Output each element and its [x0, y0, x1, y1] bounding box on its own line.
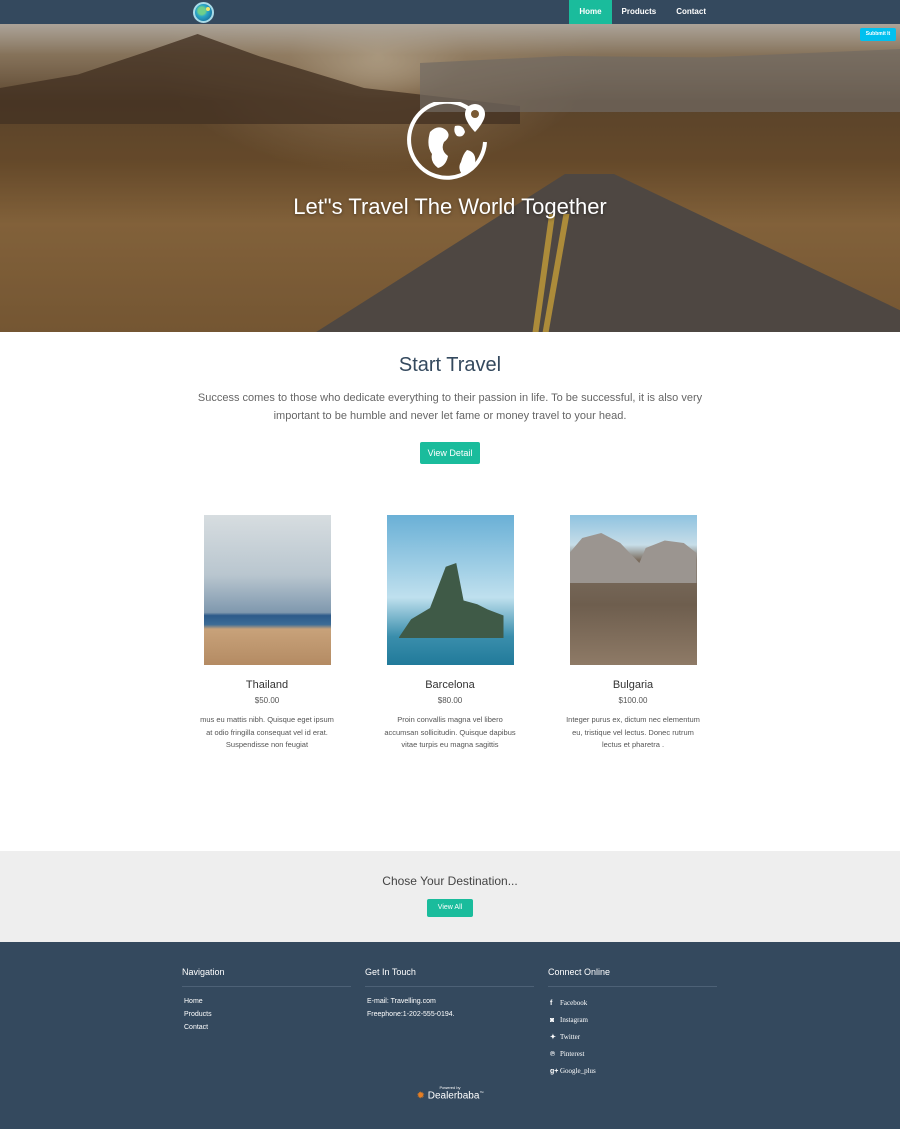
- nav-products[interactable]: Products: [612, 0, 667, 24]
- footer-nav-title: Navigation: [182, 967, 351, 987]
- footer-link-home[interactable]: Home: [184, 995, 351, 1008]
- footer-navigation: Navigation Home Products Contact: [182, 967, 351, 1034]
- product-card[interactable]: Thailand $50.00 mus eu mattis nibh. Quis…: [200, 515, 334, 752]
- product-name[interactable]: Barcelona: [385, 679, 515, 691]
- intro-text: Success comes to those who dedicate ever…: [197, 392, 703, 422]
- product-description: Proin convallis magna vel libero accumsa…: [384, 715, 516, 749]
- top-navbar: Home Products Contact: [0, 0, 900, 24]
- social-label: Google_plus: [560, 1067, 596, 1075]
- sun-logo-icon: ✹: [416, 1090, 425, 1102]
- destination-section: Chose Your Destination... View All: [0, 851, 900, 942]
- destination-title: Chose Your Destination...: [382, 874, 518, 888]
- facebook-icon: f: [550, 1000, 553, 1007]
- footer-email: E-mail: Travelling.com: [367, 998, 436, 1005]
- dealerbaba-logo: ✹ Dealerbaba™: [0, 1090, 900, 1101]
- social-label: Twitter: [560, 1033, 581, 1041]
- social-label: Instagram: [560, 1016, 588, 1024]
- social-pinterest[interactable]: ℗ Pinterest: [550, 1046, 717, 1063]
- footer: Navigation Home Products Contact Get In …: [0, 942, 900, 1129]
- product-image[interactable]: [569, 515, 697, 665]
- product-card[interactable]: Bulgaria $100.00 Integer purus ex, dictu…: [566, 515, 700, 752]
- footer-social: Connect Online f Facebook ◙ Instagram ✦ Twi…: [548, 967, 717, 1080]
- footer-contact-title: Get In Touch: [365, 967, 534, 987]
- nav-links: Home Products Contact: [569, 0, 716, 24]
- social-twitter[interactable]: ✦ Twitter: [550, 1029, 717, 1046]
- view-detail-button[interactable]: View Detail: [419, 442, 481, 464]
- nav-contact[interactable]: Contact: [666, 0, 716, 24]
- product-description: mus eu mattis nibh. Quisque eget ipsum a…: [200, 715, 334, 749]
- google-plus-icon: g+: [550, 1068, 559, 1075]
- social-instagram[interactable]: ◙ Instagram: [550, 1012, 717, 1029]
- submit-it-button[interactable]: Subbmit It: [860, 28, 896, 41]
- hero-banner: Let"s Travel The World Together: [0, 24, 900, 332]
- social-label: Pinterest: [560, 1050, 585, 1058]
- product-description: Integer purus ex, dictum nec elementum e…: [566, 715, 700, 749]
- twitter-icon: ✦: [550, 1034, 556, 1041]
- trademark: ™: [479, 1090, 484, 1095]
- social-google-plus[interactable]: g+ Google_plus: [550, 1063, 717, 1080]
- view-all-button[interactable]: View All: [426, 899, 474, 917]
- footer-phone: Freephone:1-202-555-0194.: [367, 1011, 455, 1018]
- social-facebook[interactable]: f Facebook: [550, 995, 717, 1012]
- product-card[interactable]: Barcelona $80.00 Proin convallis magna v…: [384, 515, 516, 752]
- footer-contact: Get In Touch E-mail: Travelling.com Free…: [365, 967, 534, 1021]
- product-image[interactable]: [386, 515, 514, 665]
- pinterest-icon: ℗: [550, 1051, 556, 1058]
- footer-link-products[interactable]: Products: [184, 1008, 351, 1021]
- globe-logo-icon[interactable]: [193, 2, 214, 23]
- product-name[interactable]: Bulgaria: [568, 679, 698, 691]
- product-price: $80.00: [437, 696, 463, 705]
- intro-section: Start Travel Success comes to those who …: [0, 332, 900, 464]
- footer-link-contact[interactable]: Contact: [184, 1021, 351, 1034]
- product-name[interactable]: Thailand: [202, 679, 332, 691]
- brand-name: Dealerbaba: [427, 1090, 480, 1102]
- instagram-icon: ◙: [550, 1017, 555, 1024]
- product-price: $50.00: [254, 696, 280, 705]
- hero-title: Let"s Travel The World Together: [293, 194, 607, 219]
- globe-pin-icon: [407, 102, 487, 180]
- nav-home[interactable]: Home: [569, 0, 612, 24]
- intro-title: Start Travel: [398, 354, 502, 376]
- footer-social-title: Connect Online: [548, 967, 717, 987]
- powered-by[interactable]: Powered by ✹ Dealerbaba™: [0, 1085, 900, 1101]
- social-label: Facebook: [560, 999, 588, 1007]
- product-image[interactable]: [203, 515, 331, 665]
- product-price: $100.00: [618, 696, 648, 705]
